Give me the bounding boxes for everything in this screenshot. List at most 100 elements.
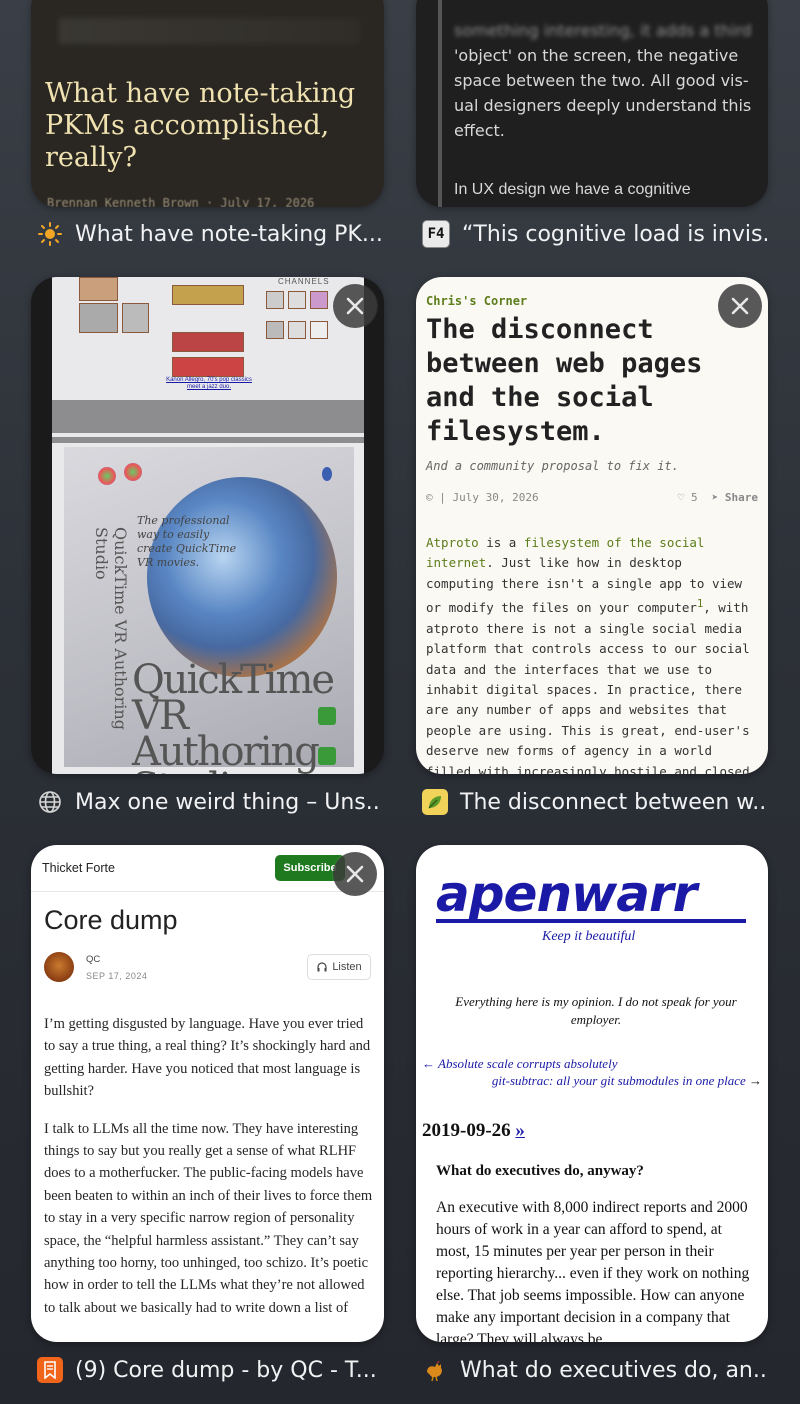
close-tab-button[interactable] [333,852,377,896]
like-count: 5 [691,491,698,504]
vr-sphere-image [147,477,337,677]
tab-card-apenwarr[interactable]: apenwarr Keep it beautiful Everything he… [416,845,768,1342]
share-button[interactable]: ➤ Share [712,491,758,504]
apple-logo-icon [124,463,142,481]
text-line: ual designers deeply understand this [454,96,752,115]
article-byline: Brennan Kenneth Brown · July 17, 2026 [47,196,315,207]
channels-label: CHANNELS [278,277,330,286]
site-name[interactable]: Chris's Corner [426,294,527,308]
tab-title: Max one weird thing – Uns... [75,789,382,815]
bookmark-icon [37,1357,63,1383]
paragraph: I’m getting disgusted by language. Have … [44,1016,371,1100]
like-button[interactable]: ♡ 5 [678,491,698,504]
body-text: is a [478,535,524,550]
publication-name[interactable]: Thicket Forte [42,861,115,875]
text-line: 'object' on the screen, the negative [454,46,739,65]
close-icon [346,297,364,315]
author-name[interactable]: QC [86,954,100,965]
tab-card-max-one-weird-thing[interactable]: CHANNELS Kanon Allegro, 70's pop classic… [31,277,384,774]
globe-icon [37,789,63,815]
f4-icon: F4 [422,220,450,248]
gray-band [52,400,364,433]
tab-title: (9) Core dump - by QC - T... [75,1357,377,1383]
atproto-link[interactable]: Atproto [426,535,479,550]
tab-label-apenwarr[interactable]: What do executives do, an... [422,1352,767,1388]
tab-card-cognitive-load[interactable]: something interesting, it adds a third '… [416,0,768,207]
tab-title: The disconnect between w... [460,789,767,815]
tab-label-core-dump[interactable]: (9) Core dump - by QC - T... [37,1352,382,1388]
logo-underline [436,919,746,923]
close-tab-button[interactable] [718,284,762,328]
video-link[interactable]: Kanon Allegro, 70's pop classics meet a … [164,377,254,391]
article-body: I’m getting disgusted by language. Have … [44,1013,374,1334]
body-text: , with atproto there is not a single soc… [426,600,750,774]
page-content: CHANNELS Kanon Allegro, 70's pop classic… [52,277,364,774]
listen-label: Listen [332,961,362,973]
article-date: SEP 17, 2024 [86,971,148,981]
article-title: The disconnect between web pages and the… [426,314,703,447]
close-tab-button[interactable] [333,284,377,328]
quicktime-icon [318,747,336,765]
listen-button[interactable]: Listen [307,954,371,980]
avatar[interactable] [44,952,74,982]
tab-title: What have note-taking PK... [75,221,382,247]
thumbnail [266,291,284,309]
divider [31,891,384,892]
gray-band [52,437,364,443]
send-icon: ➤ [711,491,719,504]
text-line: something interesting, it adds a third [454,21,752,40]
apple-logo-icon [98,467,116,485]
post-date: 2019-09-26 » [422,1120,525,1142]
leaf-icon [422,789,448,815]
thumbnail [310,321,328,339]
blurred-text [59,18,359,44]
date-text: 2019-09-26 [422,1120,511,1141]
quote-bar [438,0,442,207]
article-date: July 30, 2026 [452,491,539,504]
box-spine-text: QuickTime VR Authoring Studio [92,527,130,730]
tab-label-chris-corner[interactable]: The disconnect between w... [422,784,767,820]
article-subtitle: And a community proposal to fix it. [426,459,679,473]
thumbnail [172,357,244,377]
share-label: Share [724,491,758,504]
copyleft-icon: © | [426,491,453,504]
text-line: In UX design we have a cognitive [454,181,691,198]
close-icon [346,865,364,883]
article-body: Atproto is a filesystem of the social in… [426,533,756,774]
text-line: space between the two. All good vis- [454,71,749,90]
apple-logo-icon [322,467,332,481]
permalink[interactable]: » [515,1120,525,1141]
tab-card-pkm[interactable]: What have note-taking PKMs accomplished,… [31,0,384,207]
post-heading: What do executives do, anyway? [436,1163,644,1179]
close-icon [731,297,749,315]
box-tagline: The professional way to easily create Qu… [137,514,237,569]
site-logo[interactable]: apenwarr [436,865,697,923]
tab-label-max-one-weird-thing[interactable]: Max one weird thing – Uns... [37,784,382,820]
article-title: What have note-taking PKMs accomplished,… [45,78,356,173]
thumbnail [172,285,244,305]
tab-card-chris-corner[interactable]: Chris's Corner The disconnect between we… [416,277,768,774]
heart-icon: ♡ [677,491,685,504]
thumbnail [310,291,328,309]
tab-label-cognitive-load[interactable]: F4 “This cognitive load is invis... [422,216,767,252]
article-meta: © | July 30, 2026 ♡ 5 ➤ Share [426,491,758,504]
disclaimer: Everything here is my opinion. I do not … [455,994,737,1027]
tab-card-core-dump[interactable]: Thicket Forte Subscribe Core dump QC SEP… [31,845,384,1342]
tab-label-pkm[interactable]: What have note-taking PK... [37,216,382,252]
post-navigation: ← Absolute scale corrupts absolutely git… [422,1056,762,1088]
site-tagline: Keep it beautiful [542,929,636,944]
thumbnail [172,332,244,352]
tab-title: What do executives do, an... [460,1357,767,1383]
next-post-link[interactable]: git-subtrac: all your git submodules in … [492,1073,746,1088]
article-text: something interesting, it adds a third '… [454,18,754,143]
headphones-icon [317,962,327,972]
thumbnail [288,291,306,309]
quicktime-icon [318,707,336,725]
tab-title: “This cognitive load is invis... [462,221,767,247]
previous-post-link[interactable]: Absolute scale corrupts absolutely [438,1056,617,1071]
thumbnail [288,321,306,339]
sun-icon [37,221,63,247]
thumbnail [79,303,118,333]
thumbnail [79,277,118,301]
thumbnail [122,303,149,333]
